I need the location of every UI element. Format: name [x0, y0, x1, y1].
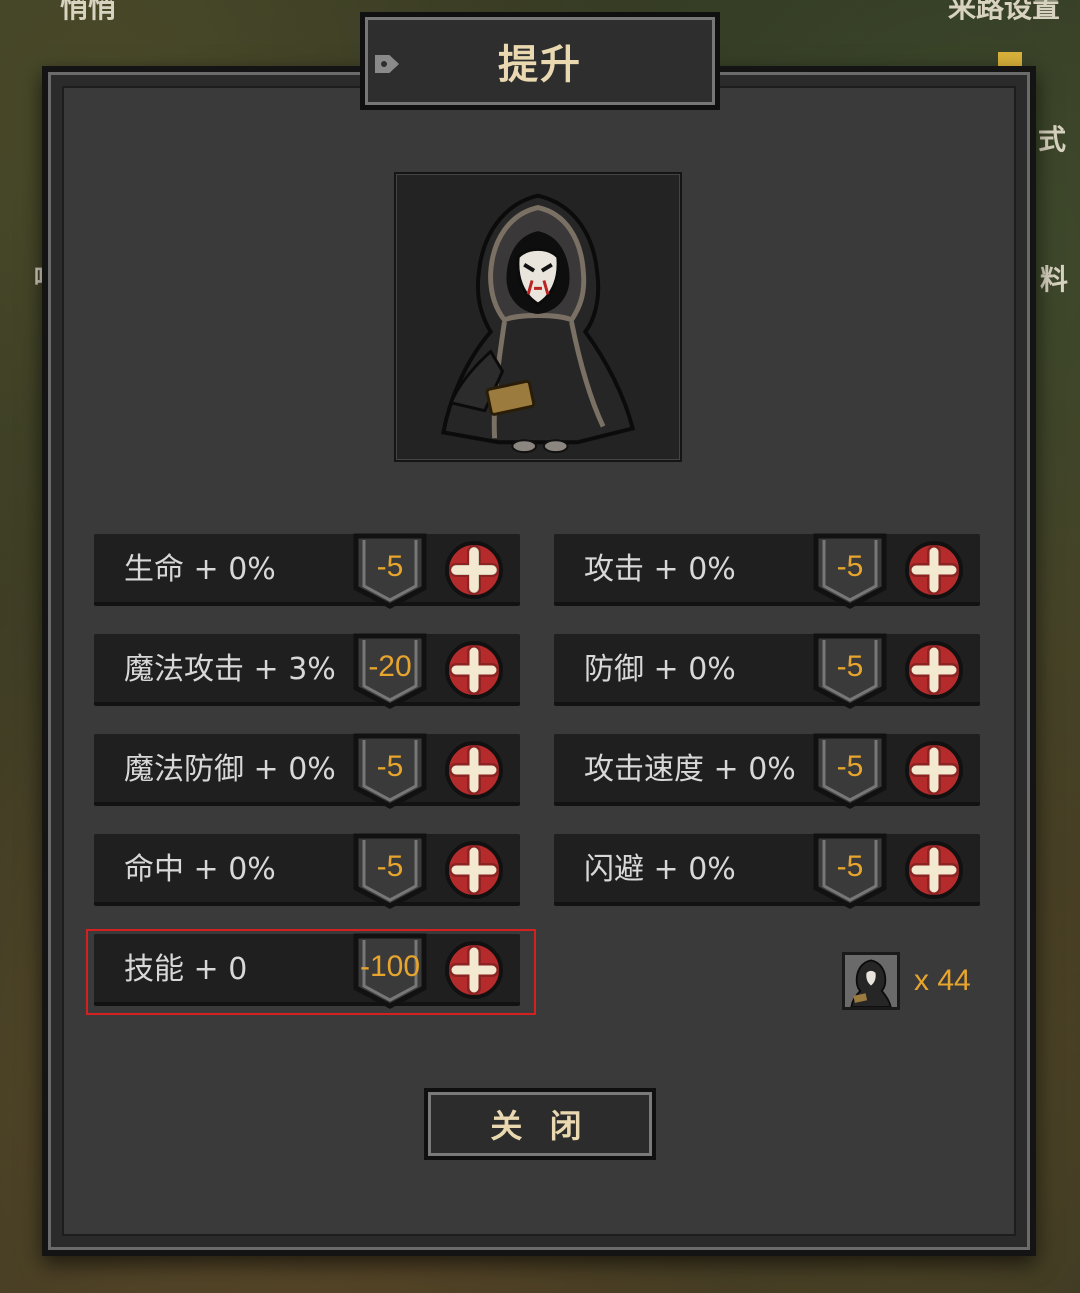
stat-label: 闪避 + 0% [584, 852, 736, 887]
cost-badge: -5 [812, 732, 888, 810]
stat-row-health: 生命 + 0% -5 [94, 533, 520, 609]
cost-value: -5 [376, 750, 404, 783]
stat-row-evasion: 闪避 + 0% -5 [554, 833, 980, 909]
stat-row-magic-defense: 魔法防御 + 0% -5 [94, 733, 520, 809]
close-button-label: 关 闭 [490, 1107, 590, 1145]
cost-value: -5 [836, 850, 864, 883]
cost-value: -5 [836, 550, 864, 583]
upgrade-attack-button[interactable] [904, 540, 964, 600]
background-text-top-right: 来路设置 [947, 0, 1060, 24]
plus-icon [445, 641, 503, 699]
dialog-title-banner: 提升 [360, 12, 720, 110]
selection-highlight [86, 929, 536, 1015]
plus-icon [905, 641, 963, 699]
cost-value: -5 [836, 750, 864, 783]
cost-value: -5 [376, 850, 404, 883]
stat-row-defense: 防御 + 0% -5 [554, 633, 980, 709]
upgrade-accuracy-button[interactable] [444, 840, 504, 900]
cost-badge: -5 [352, 732, 428, 810]
stat-label: 魔法攻击 + 3% [124, 652, 336, 687]
upgrade-defense-button[interactable] [904, 640, 964, 700]
background-text-right-2: 料 [1039, 263, 1068, 296]
pin-icon [375, 55, 399, 73]
currency-count: x 44 [914, 964, 971, 997]
close-button[interactable]: 关 闭 [424, 1088, 656, 1160]
background-text-top-left: 悄悄 [60, 0, 117, 24]
plus-icon [905, 741, 963, 799]
stat-label: 生命 + 0% [124, 552, 276, 587]
plus-icon [445, 541, 503, 599]
background-marker [998, 52, 1022, 66]
upgrade-evasion-button[interactable] [904, 840, 964, 900]
stat-label: 魔法防御 + 0% [124, 752, 336, 787]
cost-badge: -5 [812, 632, 888, 710]
upgrade-health-button[interactable] [444, 540, 504, 600]
plus-icon [905, 541, 963, 599]
plus-icon [905, 841, 963, 899]
plus-icon [445, 741, 503, 799]
cost-value: -5 [836, 650, 864, 683]
cost-value: -5 [376, 550, 404, 583]
stat-row-accuracy: 命中 + 0% -5 [94, 833, 520, 909]
cost-badge: -5 [812, 532, 888, 610]
cost-badge: -5 [812, 832, 888, 910]
stat-row-attack-speed: 攻击速度 + 0% -5 [554, 733, 980, 809]
stat-label: 攻击 + 0% [584, 552, 736, 587]
character-token-icon [842, 952, 900, 1010]
stat-label: 防御 + 0% [584, 652, 736, 687]
cost-badge: -5 [352, 832, 428, 910]
upgrade-magic-defense-button[interactable] [444, 740, 504, 800]
hooded-masked-character-icon [441, 193, 636, 454]
background-text-right-1: 式 [1037, 123, 1066, 156]
cost-badge: -20 [352, 632, 428, 710]
character-portrait [394, 172, 682, 462]
cost-value: -20 [368, 650, 412, 683]
upgrade-attack-speed-button[interactable] [904, 740, 964, 800]
dialog-title: 提升 [498, 42, 582, 88]
cost-badge: -5 [352, 532, 428, 610]
stat-row-attack: 攻击 + 0% -5 [554, 533, 980, 609]
stat-row-magic-attack: 魔法攻击 + 3% -20 [94, 633, 520, 709]
currency-display: x 44 [842, 952, 992, 1010]
stat-label: 命中 + 0% [124, 852, 276, 887]
upgrade-magic-attack-button[interactable] [444, 640, 504, 700]
stat-label: 攻击速度 + 0% [584, 752, 796, 787]
plus-icon [445, 841, 503, 899]
